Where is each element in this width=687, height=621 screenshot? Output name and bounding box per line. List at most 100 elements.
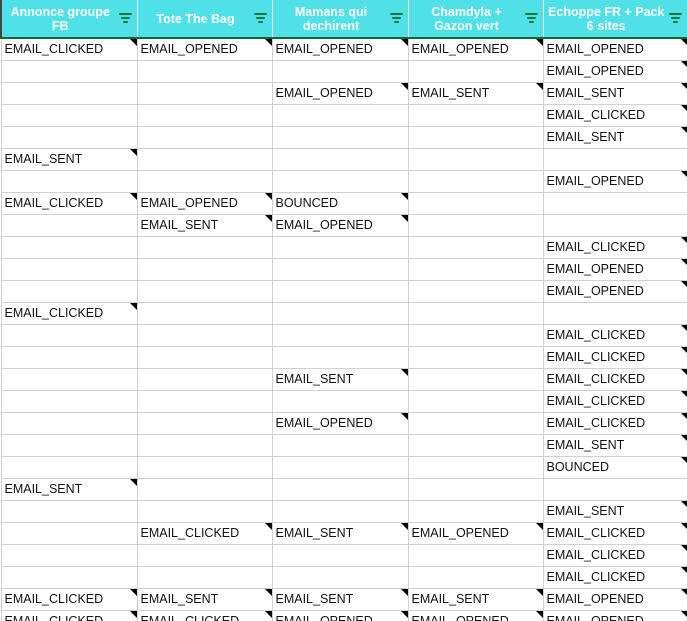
empty-cell[interactable] (0, 126, 138, 149)
empty-cell[interactable] (408, 126, 544, 149)
empty-cell[interactable] (272, 104, 409, 127)
empty-cell[interactable] (408, 368, 544, 391)
status-cell[interactable]: EMAIL_CLICKED (543, 368, 687, 391)
empty-cell[interactable] (137, 302, 273, 325)
empty-cell[interactable] (0, 544, 138, 567)
filter-icon[interactable] (389, 12, 403, 25)
empty-cell[interactable] (543, 214, 687, 237)
empty-cell[interactable] (408, 192, 544, 215)
empty-cell[interactable] (408, 412, 544, 435)
status-cell[interactable]: EMAIL_OPENED (408, 522, 544, 545)
empty-cell[interactable] (408, 478, 544, 501)
empty-cell[interactable] (0, 214, 138, 237)
status-cell[interactable]: EMAIL_CLICKED (137, 522, 273, 545)
empty-cell[interactable] (0, 258, 138, 281)
empty-cell[interactable] (137, 500, 273, 523)
empty-cell[interactable] (137, 434, 273, 457)
status-cell[interactable]: EMAIL_SENT (0, 478, 138, 501)
status-cell[interactable]: EMAIL_SENT (137, 588, 273, 611)
empty-cell[interactable] (408, 346, 544, 369)
status-cell[interactable]: BOUNCED (272, 192, 409, 215)
status-cell[interactable]: EMAIL_SENT (543, 82, 687, 105)
empty-cell[interactable] (272, 170, 409, 193)
empty-cell[interactable] (137, 544, 273, 567)
empty-cell[interactable] (0, 368, 138, 391)
status-cell[interactable]: EMAIL_SENT (543, 126, 687, 149)
empty-cell[interactable] (0, 60, 138, 83)
empty-cell[interactable] (137, 280, 273, 303)
empty-cell[interactable] (272, 544, 409, 567)
empty-cell[interactable] (272, 478, 409, 501)
status-cell[interactable]: EMAIL_OPENED (272, 38, 409, 61)
empty-cell[interactable] (137, 148, 273, 171)
empty-cell[interactable] (0, 456, 138, 479)
empty-cell[interactable] (0, 170, 138, 193)
empty-cell[interactable] (272, 456, 409, 479)
status-cell[interactable]: EMAIL_OPENED (272, 214, 409, 237)
status-cell[interactable]: EMAIL_OPENED (543, 588, 687, 611)
empty-cell[interactable] (272, 346, 409, 369)
status-cell[interactable]: EMAIL_CLICKED (543, 104, 687, 127)
filter-icon[interactable] (118, 12, 132, 25)
empty-cell[interactable] (137, 236, 273, 259)
empty-cell[interactable] (0, 346, 138, 369)
empty-cell[interactable] (272, 500, 409, 523)
status-cell[interactable]: EMAIL_OPENED (543, 60, 687, 83)
status-cell[interactable]: EMAIL_OPENED (543, 258, 687, 281)
empty-cell[interactable] (137, 104, 273, 127)
empty-cell[interactable] (272, 258, 409, 281)
empty-cell[interactable] (543, 478, 687, 501)
status-cell[interactable]: EMAIL_SENT (408, 588, 544, 611)
empty-cell[interactable] (0, 500, 138, 523)
empty-cell[interactable] (408, 60, 544, 83)
empty-cell[interactable] (408, 390, 544, 413)
status-cell[interactable]: EMAIL_CLICKED (543, 412, 687, 435)
empty-cell[interactable] (0, 104, 138, 127)
column-header-2[interactable]: Tote The Bag (137, 0, 273, 39)
empty-cell[interactable] (408, 500, 544, 523)
spreadsheet-grid[interactable]: Annonce groupe FB Tote The Bag Mamans qui … (0, 0, 687, 621)
filter-icon[interactable] (253, 12, 267, 25)
empty-cell[interactable] (0, 236, 138, 259)
status-cell[interactable]: EMAIL_OPENED (543, 610, 687, 621)
empty-cell[interactable] (137, 258, 273, 281)
filter-icon[interactable] (524, 12, 538, 25)
status-cell[interactable]: EMAIL_OPENED (272, 82, 409, 105)
status-cell[interactable]: EMAIL_CLICKED (543, 324, 687, 347)
empty-cell[interactable] (0, 566, 138, 589)
status-cell[interactable]: EMAIL_SENT (272, 588, 409, 611)
status-cell[interactable]: EMAIL_CLICKED (543, 236, 687, 259)
empty-cell[interactable] (137, 346, 273, 369)
empty-cell[interactable] (408, 214, 544, 237)
status-cell[interactable]: EMAIL_CLICKED (543, 346, 687, 369)
status-cell[interactable]: EMAIL_OPENED (543, 280, 687, 303)
empty-cell[interactable] (408, 148, 544, 171)
status-cell[interactable]: EMAIL_OPENED (137, 38, 273, 61)
status-cell[interactable]: EMAIL_CLICKED (543, 522, 687, 545)
status-cell[interactable]: EMAIL_CLICKED (0, 302, 138, 325)
empty-cell[interactable] (408, 302, 544, 325)
empty-cell[interactable] (408, 104, 544, 127)
empty-cell[interactable] (272, 236, 409, 259)
empty-cell[interactable] (137, 170, 273, 193)
empty-cell[interactable] (543, 192, 687, 215)
empty-cell[interactable] (137, 324, 273, 347)
status-cell[interactable]: EMAIL_OPENED (272, 610, 409, 621)
status-cell[interactable]: EMAIL_CLICKED (0, 38, 138, 61)
empty-cell[interactable] (0, 280, 138, 303)
status-cell[interactable]: EMAIL_SENT (137, 214, 273, 237)
status-cell[interactable]: EMAIL_CLICKED (543, 390, 687, 413)
status-cell[interactable]: EMAIL_OPENED (543, 38, 687, 61)
empty-cell[interactable] (408, 566, 544, 589)
empty-cell[interactable] (137, 456, 273, 479)
status-cell[interactable]: EMAIL_CLICKED (543, 544, 687, 567)
empty-cell[interactable] (0, 324, 138, 347)
empty-cell[interactable] (408, 456, 544, 479)
empty-cell[interactable] (272, 302, 409, 325)
column-header-5[interactable]: Echoppe FR + Pack 6 sites (543, 0, 687, 39)
empty-cell[interactable] (408, 236, 544, 259)
status-cell[interactable]: EMAIL_SENT (272, 368, 409, 391)
empty-cell[interactable] (137, 390, 273, 413)
empty-cell[interactable] (0, 434, 138, 457)
empty-cell[interactable] (272, 434, 409, 457)
